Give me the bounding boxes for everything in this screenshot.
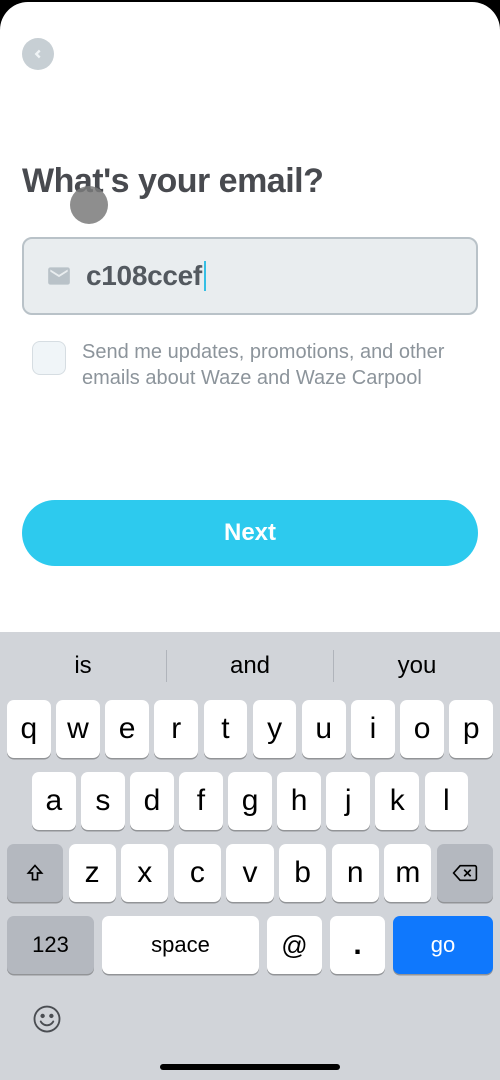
key-u[interactable]: u bbox=[302, 700, 346, 758]
key-c[interactable]: c bbox=[174, 844, 221, 902]
key-m[interactable]: m bbox=[384, 844, 431, 902]
email-field[interactable]: c108ccef bbox=[22, 237, 478, 315]
suggestion-2[interactable]: and bbox=[167, 652, 333, 680]
key-e[interactable]: e bbox=[105, 700, 149, 758]
key-n[interactable]: n bbox=[332, 844, 379, 902]
mail-icon bbox=[46, 263, 72, 289]
key-z[interactable]: z bbox=[69, 844, 116, 902]
key-r[interactable]: r bbox=[154, 700, 198, 758]
key-a[interactable]: a bbox=[32, 772, 76, 830]
emoji-button[interactable] bbox=[30, 1004, 64, 1038]
key-h[interactable]: h bbox=[277, 772, 321, 830]
key-dot[interactable]: . bbox=[330, 916, 385, 974]
key-at[interactable]: @ bbox=[267, 916, 322, 974]
key-d[interactable]: d bbox=[130, 772, 174, 830]
back-button[interactable] bbox=[22, 38, 54, 70]
key-o[interactable]: o bbox=[400, 700, 444, 758]
key-go[interactable]: go bbox=[393, 916, 493, 974]
emoji-icon bbox=[32, 1004, 62, 1034]
chevron-left-icon bbox=[31, 47, 45, 61]
home-indicator[interactable] bbox=[160, 1064, 340, 1070]
suggestions-row: is and you bbox=[0, 632, 500, 700]
key-i[interactable]: i bbox=[351, 700, 395, 758]
key-w[interactable]: w bbox=[56, 700, 100, 758]
key-space[interactable]: space bbox=[102, 916, 259, 974]
suggestion-1[interactable]: is bbox=[0, 652, 166, 680]
next-button[interactable]: Next bbox=[22, 500, 478, 566]
key-k[interactable]: k bbox=[375, 772, 419, 830]
marketing-checkbox[interactable] bbox=[32, 341, 66, 375]
suggestion-3[interactable]: you bbox=[334, 652, 500, 680]
marketing-opt-in-row: Send me updates, promotions, and other e… bbox=[22, 339, 478, 391]
key-f[interactable]: f bbox=[179, 772, 223, 830]
key-v[interactable]: v bbox=[226, 844, 273, 902]
shift-icon bbox=[25, 863, 45, 883]
key-b[interactable]: b bbox=[279, 844, 326, 902]
touch-indicator bbox=[70, 186, 108, 224]
text-cursor bbox=[204, 261, 206, 291]
key-x[interactable]: x bbox=[121, 844, 168, 902]
key-backspace[interactable] bbox=[437, 844, 493, 902]
key-s[interactable]: s bbox=[81, 772, 125, 830]
key-y[interactable]: y bbox=[253, 700, 297, 758]
key-l[interactable]: l bbox=[425, 772, 469, 830]
marketing-checkbox-label: Send me updates, promotions, and other e… bbox=[82, 339, 478, 391]
keyboard: is and you q w e r t y u i o p a s d f g… bbox=[0, 632, 500, 1080]
key-shift[interactable] bbox=[7, 844, 63, 902]
backspace-icon bbox=[452, 863, 478, 883]
key-numbers[interactable]: 123 bbox=[7, 916, 94, 974]
key-p[interactable]: p bbox=[449, 700, 493, 758]
key-t[interactable]: t bbox=[204, 700, 248, 758]
key-j[interactable]: j bbox=[326, 772, 370, 830]
email-value: c108ccef bbox=[86, 260, 202, 292]
key-q[interactable]: q bbox=[7, 700, 51, 758]
key-g[interactable]: g bbox=[228, 772, 272, 830]
